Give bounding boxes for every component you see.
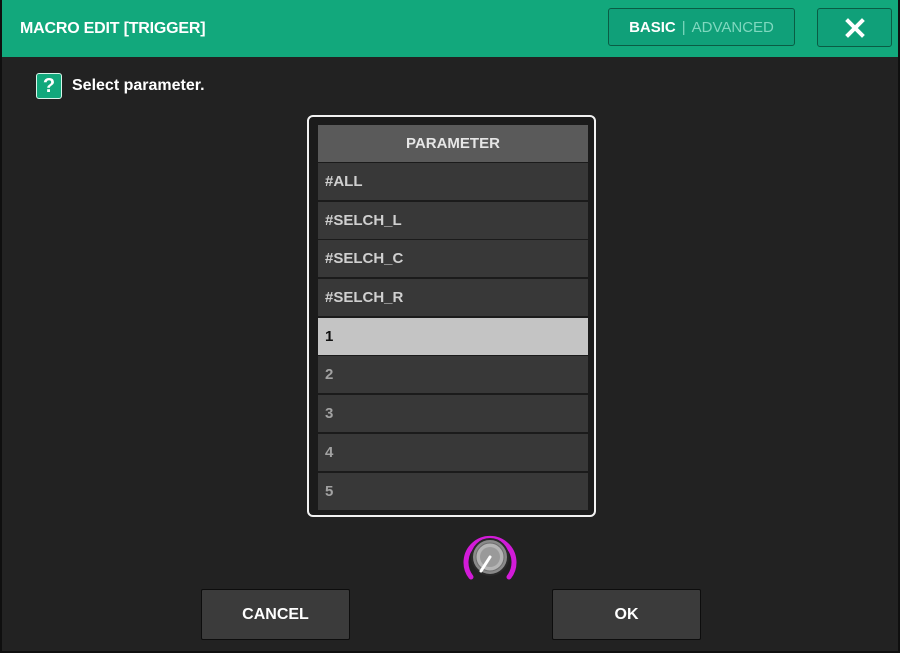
list-item[interactable]: 4 — [318, 433, 588, 471]
parameter-list-rows: #ALL #SELCH_L #SELCH_C #SELCH_R 1 2 3 4 … — [318, 163, 588, 511]
list-item[interactable]: 3 — [318, 395, 588, 433]
encoder-knob-icon[interactable] — [457, 529, 523, 585]
list-item[interactable]: 5 — [318, 472, 588, 510]
list-item[interactable]: #SELCH_R — [318, 279, 588, 317]
parameter-list-header: PARAMETER — [318, 125, 588, 162]
basic-advanced-toggle[interactable]: BASIC | ADVANCED — [608, 8, 795, 46]
mode-separator: | — [681, 18, 686, 36]
ok-button[interactable]: OK — [552, 589, 701, 640]
parameter-list[interactable]: PARAMETER #ALL #SELCH_L #SELCH_C #SELCH_… — [307, 115, 596, 517]
title-bar: MACRO EDIT [TRIGGER] BASIC | ADVANCED — [2, 0, 898, 57]
list-item-selected[interactable]: 1 — [318, 317, 588, 355]
list-item[interactable]: 2 — [318, 356, 588, 394]
close-button[interactable] — [817, 8, 892, 47]
mode-basic-label[interactable]: BASIC — [629, 19, 676, 36]
list-item[interactable]: #SELCH_C — [318, 240, 588, 278]
window-title: MACRO EDIT [TRIGGER] — [20, 20, 206, 37]
help-icon: ? — [36, 73, 62, 99]
list-item[interactable]: #ALL — [318, 163, 588, 200]
mode-advanced-label[interactable]: ADVANCED — [692, 19, 774, 36]
close-icon — [844, 17, 865, 38]
instruction-text: Select parameter. — [72, 77, 205, 94]
macro-edit-window: MACRO EDIT [TRIGGER] BASIC | ADVANCED ? … — [0, 0, 900, 653]
list-item[interactable]: #SELCH_L — [318, 201, 588, 239]
cancel-button[interactable]: CANCEL — [201, 589, 350, 640]
